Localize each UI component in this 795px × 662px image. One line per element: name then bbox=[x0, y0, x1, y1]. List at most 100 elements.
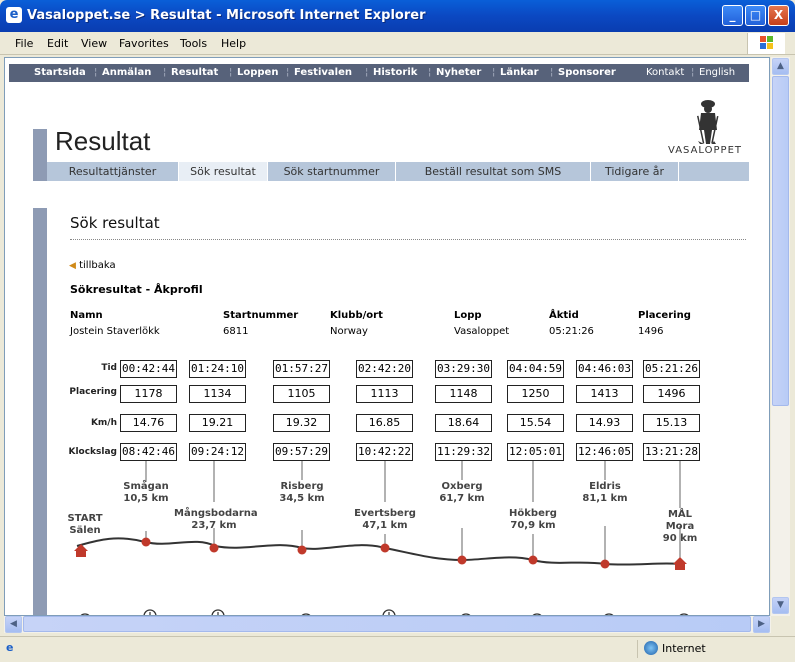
menu-tools[interactable]: Tools bbox=[180, 37, 207, 50]
back-arrow-icon: ◀ bbox=[69, 261, 76, 271]
nav-lankar[interactable]: Länkar bbox=[500, 67, 539, 78]
checkpoint-label: Hökberg 70,9 km bbox=[493, 508, 573, 532]
nav-separator: ¦ bbox=[94, 67, 98, 78]
zone-label: Internet bbox=[662, 642, 706, 655]
hscroll-thumb[interactable] bbox=[23, 616, 751, 632]
header-lopp: Lopp bbox=[454, 310, 482, 321]
divider bbox=[70, 239, 746, 240]
checkpoint-label: Oxberg 61,7 km bbox=[422, 481, 502, 505]
site-nav: Startsida ¦ Anmälan ¦ Resultat ¦ Loppen … bbox=[9, 64, 749, 82]
ie-icon: e bbox=[6, 7, 22, 23]
checkpoint-marker bbox=[141, 537, 151, 547]
close-button[interactable]: X bbox=[768, 5, 789, 26]
split-kmh-cell: 14.93 bbox=[576, 414, 633, 432]
split-tid-cell: 04:46:03 bbox=[576, 360, 633, 378]
back-link-label: tillbaka bbox=[79, 260, 116, 271]
runner-placering: 1496 bbox=[638, 326, 664, 337]
menu-file[interactable]: File bbox=[15, 37, 33, 50]
nav-historik[interactable]: Historik bbox=[373, 67, 417, 78]
scroll-left-icon[interactable]: ◀ bbox=[5, 616, 22, 633]
nav-kontakt[interactable]: Kontakt bbox=[646, 67, 684, 78]
nav-sponsorer[interactable]: Sponsorer bbox=[558, 67, 616, 78]
split-placering-cell: 1250 bbox=[507, 385, 564, 403]
tab-sok-resultat[interactable]: Sök resultat bbox=[179, 162, 268, 181]
split-kmh-cell: 15.13 bbox=[643, 414, 700, 432]
tab-sok-startnummer[interactable]: Sök startnummer bbox=[268, 162, 396, 181]
menu-favorites[interactable]: Favorites bbox=[119, 37, 169, 50]
checkpoint-label: Evertsberg 47,1 km bbox=[345, 508, 425, 532]
split-kmh-cell: 19.32 bbox=[273, 414, 330, 432]
back-link[interactable]: ◀ tillbaka bbox=[69, 260, 116, 271]
window-title: Vasaloppet.se > Resultat - Microsoft Int… bbox=[27, 8, 426, 23]
nav-startsida[interactable]: Startsida bbox=[34, 67, 86, 78]
minimize-button[interactable]: _ bbox=[722, 5, 743, 26]
split-kmh-cell: 16.85 bbox=[356, 414, 413, 432]
tab-bestall-sms[interactable]: Beställ resultat som SMS bbox=[396, 162, 591, 181]
split-placering-cell: 1178 bbox=[120, 385, 177, 403]
scroll-thumb[interactable] bbox=[772, 76, 789, 406]
windows-logo-icon bbox=[747, 33, 785, 54]
status-bar: e Internet bbox=[0, 636, 795, 662]
nav-separator: ¦ bbox=[163, 67, 167, 78]
split-placering-cell: 1105 bbox=[273, 385, 330, 403]
nav-nyheter[interactable]: Nyheter bbox=[436, 67, 481, 78]
checkpoint-marker bbox=[380, 543, 390, 553]
tab-tidigare-ar[interactable]: Tidigare år bbox=[591, 162, 679, 181]
subheading: Sökresultat - Åkprofil bbox=[70, 283, 203, 296]
split-placering-cell: 1496 bbox=[643, 385, 700, 403]
checkpoint-name: Evertsberg bbox=[354, 508, 416, 519]
checkpoint-marker bbox=[209, 543, 219, 553]
sub-tabs: Resultattjänster Sök resultat Sök startn… bbox=[47, 162, 749, 181]
menu-help[interactable]: Help bbox=[221, 37, 246, 50]
nav-anmalan[interactable]: Anmälan bbox=[102, 67, 151, 78]
logo-text: VASALOPPET bbox=[668, 145, 742, 156]
checkpoint-marker bbox=[297, 545, 307, 555]
split-tid-cell: 05:21:26 bbox=[643, 360, 700, 378]
checkpoint-distance: 81,1 km bbox=[582, 493, 628, 504]
checkpoint-distance: 34,5 km bbox=[279, 493, 325, 504]
nav-separator: ¦ bbox=[691, 67, 695, 78]
runner-startnummer: 6811 bbox=[223, 326, 249, 337]
page-icon: e bbox=[6, 641, 14, 654]
nav-resultat[interactable]: Resultat bbox=[171, 67, 218, 78]
horizontal-scrollbar[interactable]: ◀ ▶ bbox=[4, 616, 771, 633]
checkpoint-distance: 10,5 km bbox=[123, 493, 169, 504]
checkpoint-distance: 47,1 km bbox=[362, 520, 408, 531]
split-kmh-cell: 14.76 bbox=[120, 414, 177, 432]
header-namn: Namn bbox=[70, 310, 103, 321]
row-label-kmh: Km/h bbox=[90, 418, 117, 428]
nav-separator: ¦ bbox=[428, 67, 432, 78]
menu-edit[interactable]: Edit bbox=[47, 37, 68, 50]
house-marker-icon bbox=[74, 544, 88, 557]
menu-view[interactable]: View bbox=[81, 37, 107, 50]
section-title: Sök resultat bbox=[70, 214, 160, 232]
nav-separator: ¦ bbox=[492, 67, 496, 78]
split-tid-cell: 04:04:59 bbox=[507, 360, 564, 378]
checkpoint-distance: 61,7 km bbox=[439, 493, 485, 504]
nav-festivalen[interactable]: Festivalen bbox=[294, 67, 352, 78]
checkpoint-label: MÅL Mora 90 km bbox=[640, 509, 720, 545]
tab-resultattjanster[interactable]: Resultattjänster bbox=[47, 162, 179, 181]
split-kmh-cell: 18.64 bbox=[435, 414, 492, 432]
runner-klubb: Norway bbox=[330, 326, 368, 337]
split-placering-cell: 1148 bbox=[435, 385, 492, 403]
maximize-button[interactable]: □ bbox=[745, 5, 766, 26]
split-tid-cell: 01:57:27 bbox=[273, 360, 330, 378]
nav-separator: ¦ bbox=[229, 67, 233, 78]
scroll-up-icon[interactable]: ▲ bbox=[772, 58, 789, 75]
header-aktid: Åktid bbox=[549, 310, 579, 321]
house-marker-icon bbox=[673, 557, 687, 570]
split-placering-cell: 1413 bbox=[576, 385, 633, 403]
nav-loppen[interactable]: Loppen bbox=[237, 67, 278, 78]
split-placering-cell: 1134 bbox=[189, 385, 246, 403]
scroll-down-icon[interactable]: ▼ bbox=[772, 597, 789, 614]
scroll-right-icon[interactable]: ▶ bbox=[753, 616, 770, 633]
nav-english[interactable]: English bbox=[699, 67, 735, 78]
split-tid-cell: 01:24:10 bbox=[189, 360, 246, 378]
split-tid-cell: 00:42:44 bbox=[120, 360, 177, 378]
nav-separator: ¦ bbox=[286, 67, 290, 78]
vertical-scrollbar[interactable]: ▲ ▼ bbox=[771, 57, 790, 616]
checkpoint-marker bbox=[528, 555, 538, 565]
split-tid-cell: 02:42:20 bbox=[356, 360, 413, 378]
checkpoint-name: Hökberg bbox=[509, 508, 557, 519]
